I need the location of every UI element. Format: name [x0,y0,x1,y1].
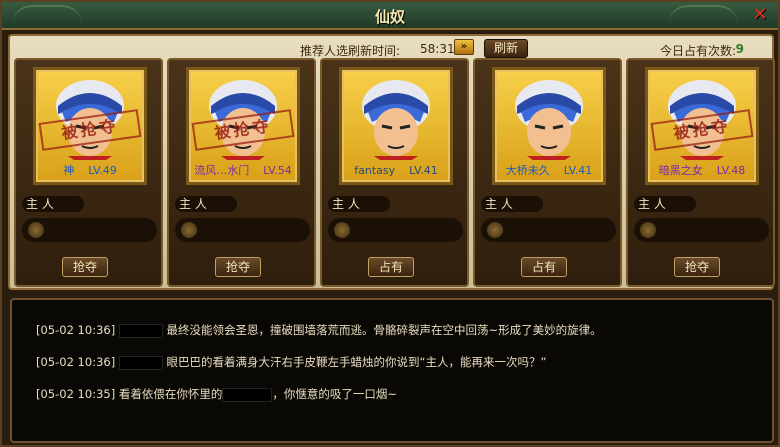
redacted-name [118,323,163,338]
log-text: ，你惬意的吸了一口烟~ [272,387,397,401]
slave-card: 被抢夺 流风…水门 LV.54 主 人 抢夺 [167,58,316,287]
character-level: LV.41 [409,164,438,177]
portrait-frame[interactable]: 被抢夺 暗黑之女 LV.48 [645,67,759,185]
fast-forward-icon[interactable]: » [454,39,474,55]
log-timestamp: [05-02 10:35] [36,387,116,401]
character-level: LV.49 [88,164,117,177]
refresh-countdown: 58:31 [420,42,455,56]
log-line: [05-02 10:36] 眼巴巴的看着满身大汗右手皮鞭左手蜡烛的你说到“主人，… [36,354,546,370]
character-name: 暗黑之女 [658,164,703,177]
portrait-frame[interactable]: 被抢夺 神 LV.49 [33,67,147,185]
owner-icon [28,222,44,238]
close-icon[interactable]: ✕ [750,5,770,25]
character-name: 大桥未久 [505,164,550,177]
character-portrait [515,80,583,160]
portrait-frame[interactable]: fantasy LV.41 [339,67,453,185]
occupy-count-value: 9 [735,42,744,56]
character-level: LV.41 [563,164,593,177]
log-text: 最终没能领会圣恩，撞破围墙落荒而逃。骨骼碎裂声在空中回荡~形成了美妙的旋律。 [166,323,602,337]
owner-bar [481,218,616,242]
owner-icon [487,222,503,238]
redacted-name [222,387,273,402]
log-text: 眼巴巴的看着满身大汗右手皮鞭左手蜡烛的你说到“主人，能再来一次吗？” [166,355,547,369]
log-timestamp: [05-02 10:36] [36,355,116,369]
log-text: 看着依偎在你怀里的 [118,387,223,401]
owner-icon [334,222,350,238]
character-level: LV.54 [263,164,292,177]
action-button[interactable]: 占有 [368,257,414,277]
action-button[interactable]: 抢夺 [215,257,261,277]
occupy-count-label: 今日占有次数: [659,44,736,58]
refresh-button[interactable]: 刷新 [484,39,528,58]
character-portrait [362,80,430,160]
action-button[interactable]: 抢夺 [674,257,720,277]
owner-label: 主 人 [328,196,390,212]
character-name: 流风…水门 [194,164,250,177]
window-title: 仙奴 [374,8,405,26]
slave-card: 大桥未久 LV.41 主 人 占有 [473,58,622,287]
character-name-level: fantasy LV.41 [342,162,450,180]
character-name-level: 神 LV.49 [36,162,144,180]
log-line: [05-02 10:35] 看着依偎在你怀里的 ，你惬意的吸了一口烟~ [36,386,397,402]
owner-icon [181,222,197,238]
slave-selection-panel: 推荐人选刷新时间: 58:31 » 刷新 今日占有次数: 9 被抢夺 神 LV.… [8,34,775,290]
character-name-level: 流风…水门 LV.54 [189,162,297,180]
slave-card: 被抢夺 暗黑之女 LV.48 主 人 抢夺 [626,58,775,287]
log-timestamp: [05-02 10:36] [36,323,116,337]
action-button[interactable]: 抢夺 [62,257,108,277]
portrait-frame[interactable]: 大桥未久 LV.41 [492,67,606,185]
owner-label: 主 人 [22,196,84,212]
owner-bar [22,218,157,242]
owner-label: 主 人 [634,196,696,212]
log-line: [05-02 10:36] 最终没能领会圣恩，撞破围墙落荒而逃。骨骼碎裂声在空中… [36,322,602,338]
game-window: 仙奴 ✕ 推荐人选刷新时间: 58:31 » 刷新 今日占有次数: 9 被抢夺 … [0,0,780,447]
slave-card: fantasy LV.41 主 人 占有 [320,58,469,287]
character-name-level: 暗黑之女 LV.48 [648,162,756,180]
owner-bar [328,218,463,242]
owner-label: 主 人 [481,196,543,212]
character-level: LV.48 [716,164,746,177]
action-button[interactable]: 占有 [521,257,567,277]
portrait-frame[interactable]: 被抢夺 流风…水门 LV.54 [186,67,300,185]
owner-bar [175,218,310,242]
redacted-name [118,355,163,370]
character-name-level: 大桥未久 LV.41 [495,162,603,180]
owner-bar [634,218,769,242]
title-bar: 仙奴 ✕ [2,2,778,30]
owner-label: 主 人 [175,196,237,212]
owner-icon [640,222,656,238]
character-name: 神 [63,164,75,177]
refresh-time-label: 推荐人选刷新时间: [300,44,401,58]
event-log: [05-02 10:36] 最终没能领会圣恩，撞破围墙落荒而逃。骨骼碎裂声在空中… [10,298,774,443]
character-name: fantasy [354,164,396,177]
slave-card: 被抢夺 神 LV.49 主 人 抢夺 [14,58,163,287]
